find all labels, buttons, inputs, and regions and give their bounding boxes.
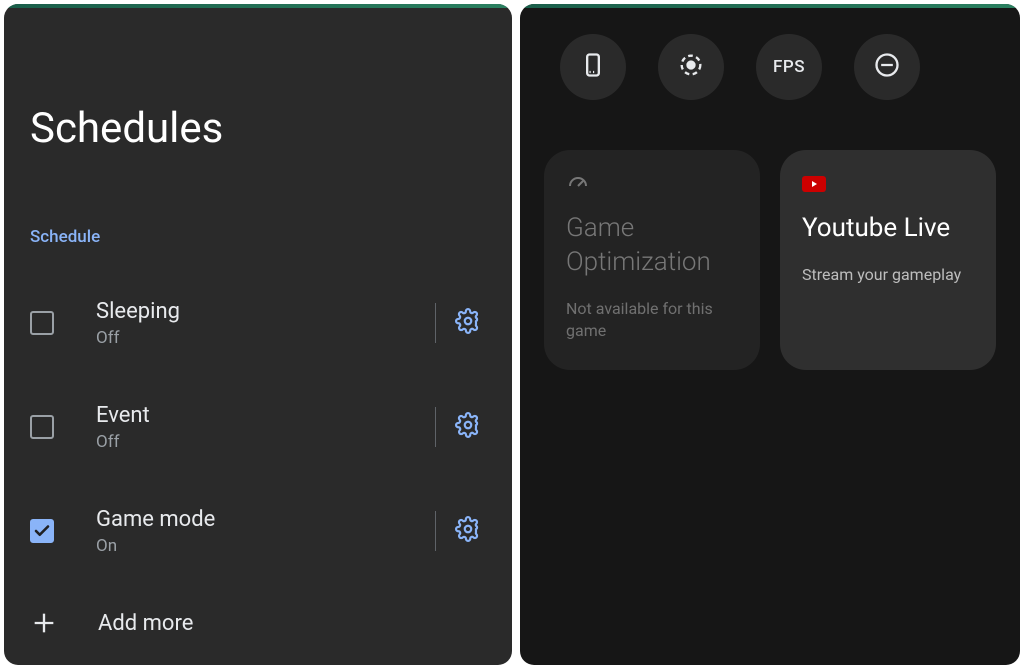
gear-icon — [455, 516, 481, 546]
cards-row: Game Optimization Not available for this… — [520, 100, 1020, 370]
plus-icon — [30, 609, 58, 637]
checkbox-event[interactable] — [30, 415, 54, 439]
add-more-label: Add more — [98, 611, 193, 636]
accent-bar — [4, 4, 512, 8]
screenshot-button[interactable] — [560, 34, 626, 100]
schedule-item-text: Event Off — [96, 403, 435, 452]
schedule-list: Sleeping Off Event Off — [4, 271, 512, 663]
schedule-item-name: Sleeping — [96, 299, 435, 324]
page-title: Schedules — [30, 104, 512, 153]
quick-actions-row: FPS — [520, 4, 1020, 100]
youtube-icon — [802, 174, 974, 194]
speedometer-icon — [566, 174, 738, 194]
divider — [435, 511, 436, 551]
schedule-item-name: Game mode — [96, 507, 435, 532]
card-subtitle: Stream your gameplay — [802, 264, 974, 286]
schedule-item-status: Off — [96, 328, 435, 348]
fps-icon: FPS — [773, 57, 805, 77]
game-optimization-card[interactable]: Game Optimization Not available for this… — [544, 150, 760, 370]
schedules-panel: Schedules Schedule Sleeping Off Event Of… — [4, 4, 512, 665]
gear-icon — [455, 412, 481, 442]
settings-button-game-mode[interactable] — [444, 507, 492, 555]
fps-button[interactable]: FPS — [756, 34, 822, 100]
youtube-live-card[interactable]: Youtube Live Stream your gameplay — [780, 150, 996, 370]
record-icon — [677, 51, 705, 83]
dnd-icon — [873, 51, 901, 83]
section-label-schedule: Schedule — [30, 227, 512, 247]
schedule-item-name: Event — [96, 403, 435, 428]
schedule-item-game-mode[interactable]: Game mode On — [4, 479, 512, 583]
divider — [435, 407, 436, 447]
settings-button-sleeping[interactable] — [444, 299, 492, 347]
card-title: Youtube Live — [802, 212, 974, 246]
schedule-item-status: Off — [96, 432, 435, 452]
divider — [435, 303, 436, 343]
screenshot-icon — [579, 51, 607, 83]
schedule-item-text: Game mode On — [96, 507, 435, 556]
gear-icon — [455, 308, 481, 338]
card-subtitle: Not available for this game — [566, 298, 738, 343]
schedule-item-status: On — [96, 536, 435, 556]
accent-bar — [520, 4, 1020, 8]
schedule-item-event[interactable]: Event Off — [4, 375, 512, 479]
checkbox-game-mode[interactable] — [30, 519, 54, 543]
schedule-item-sleeping[interactable]: Sleeping Off — [4, 271, 512, 375]
record-button[interactable] — [658, 34, 724, 100]
card-title: Game Optimization — [566, 212, 738, 280]
dnd-button[interactable] — [854, 34, 920, 100]
settings-button-event[interactable] — [444, 403, 492, 451]
add-more-button[interactable]: Add more — [4, 583, 512, 663]
checkbox-sleeping[interactable] — [30, 311, 54, 335]
game-dashboard-panel: FPS Game Optimization Not available for … — [520, 4, 1020, 665]
schedule-item-text: Sleeping Off — [96, 299, 435, 348]
